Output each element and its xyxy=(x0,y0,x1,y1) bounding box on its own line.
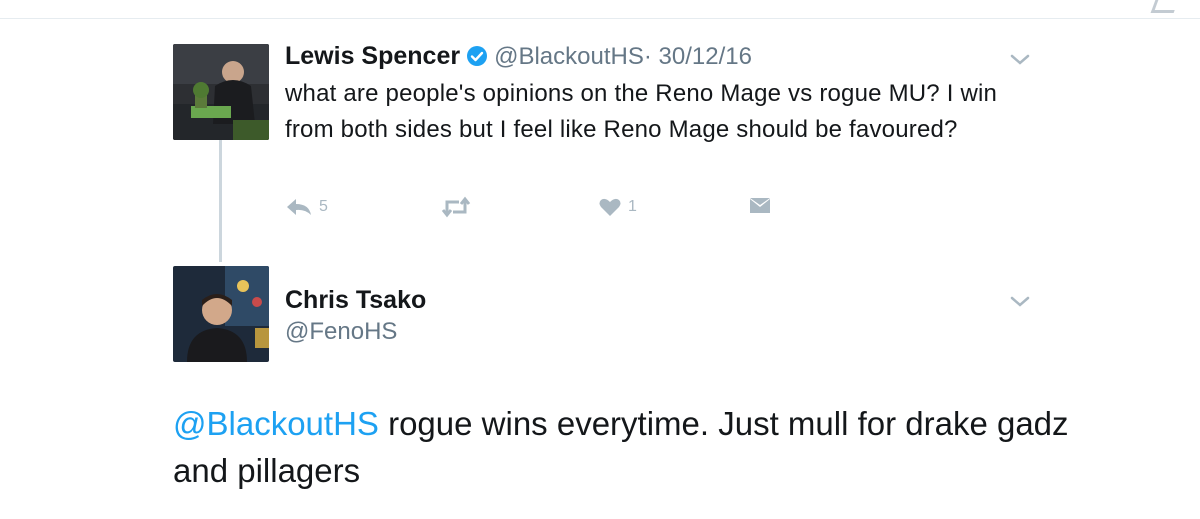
tweet-date[interactable]: · 30/12/16 xyxy=(644,43,752,70)
avatar-image xyxy=(173,44,269,140)
verified-badge-icon xyxy=(466,45,488,79)
reply-icon xyxy=(287,199,311,215)
chevron-down-icon[interactable] xyxy=(1009,53,1031,67)
top-divider xyxy=(0,18,1200,19)
direct-message-button[interactable] xyxy=(748,196,772,216)
avatar[interactable] xyxy=(173,44,269,140)
tweet-header: Lewis Spencer @BlackoutHS· 30/12/16 xyxy=(285,40,752,79)
retweet-button[interactable] xyxy=(441,196,477,218)
reply-count: 5 xyxy=(319,198,328,215)
avatar[interactable] xyxy=(173,266,269,362)
reply-button[interactable]: 5 xyxy=(285,196,328,218)
mention-link[interactable]: @BlackoutHS xyxy=(173,405,379,442)
like-count: 1 xyxy=(628,198,637,215)
tweet-text: @BlackoutHS rogue wins everytime. Just m… xyxy=(173,400,1073,494)
avatar-image xyxy=(173,266,269,362)
partial-icon xyxy=(1150,0,1179,13)
like-button[interactable]: 1 xyxy=(598,196,637,218)
display-name[interactable]: Chris Tsako xyxy=(285,286,426,314)
heart-icon xyxy=(599,198,621,216)
retweet-icon xyxy=(441,196,471,218)
tweet-header: Chris Tsako xyxy=(285,284,426,320)
display-name[interactable]: Lewis Spencer xyxy=(285,42,460,70)
envelope-icon xyxy=(750,198,770,213)
chevron-down-icon[interactable] xyxy=(1009,295,1031,309)
tweet-text: what are people's opinions on the Reno M… xyxy=(285,80,998,143)
thread-connector xyxy=(219,140,222,262)
handle[interactable]: @FenoHS xyxy=(285,318,397,346)
handle[interactable]: @BlackoutHS xyxy=(494,43,644,70)
